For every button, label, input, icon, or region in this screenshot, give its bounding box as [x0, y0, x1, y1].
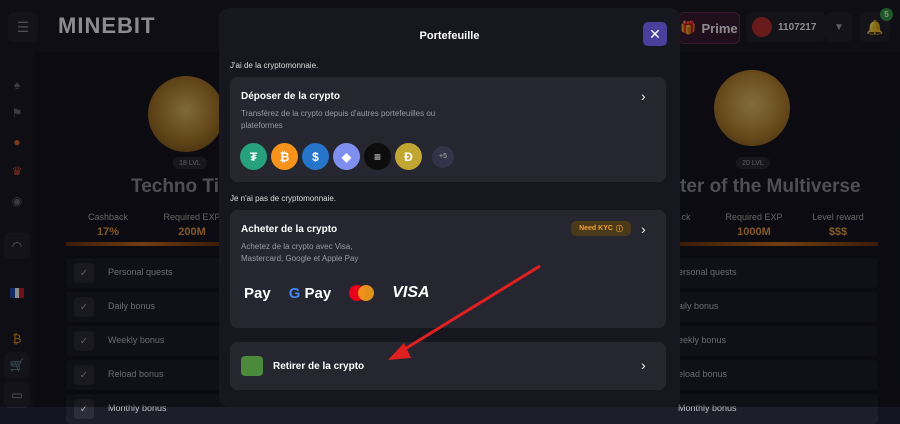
annotation-arrow — [388, 264, 541, 360]
